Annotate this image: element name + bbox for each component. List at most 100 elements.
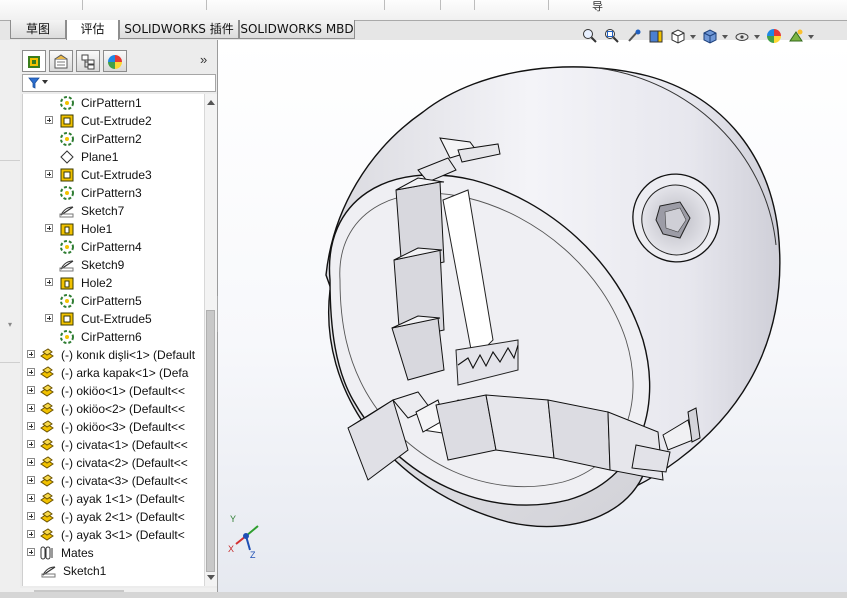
feature-tree-label: Hole2 bbox=[81, 276, 113, 290]
property-manager-tab[interactable] bbox=[49, 50, 73, 72]
feature-tree-item[interactable]: (-) okiöo<1> (Default<< bbox=[23, 382, 204, 400]
feature-tree-item[interactable]: Cut-Extrude5 bbox=[23, 310, 204, 328]
ribbon-separator bbox=[82, 0, 83, 10]
view-orientation-dropdown-icon[interactable] bbox=[690, 35, 696, 39]
feature-tree-item[interactable]: Cut-Extrude3 bbox=[23, 166, 204, 184]
circular-pattern-icon bbox=[59, 239, 75, 255]
expand-toggle-icon[interactable] bbox=[27, 368, 35, 376]
triad-x-label: X bbox=[228, 544, 234, 554]
feature-tree-label: (-) civata<3> (Default<< bbox=[61, 474, 188, 488]
feature-tree-item[interactable]: Cut-Extrude2 bbox=[23, 112, 204, 130]
circular-pattern-icon bbox=[59, 185, 75, 201]
feature-tree-item[interactable]: (-) okiöo<3> (Default<< bbox=[23, 418, 204, 436]
feature-tree-item[interactable]: (-) civata<1> (Default<< bbox=[23, 436, 204, 454]
part-icon bbox=[39, 419, 55, 435]
expand-toggle-icon[interactable] bbox=[27, 458, 35, 466]
configuration-manager-tab[interactable] bbox=[76, 50, 100, 72]
feature-tree-label: (-) okiöo<2> (Default<< bbox=[61, 402, 186, 416]
triad-y-label: Y bbox=[230, 514, 236, 524]
feature-tree-item[interactable]: Sketch9 bbox=[23, 256, 204, 274]
feature-tree-label: CirPattern3 bbox=[81, 186, 142, 200]
feature-tree-label: Hole1 bbox=[81, 222, 113, 236]
chuck-model[interactable] bbox=[218, 40, 847, 592]
expand-toggle-icon[interactable] bbox=[27, 530, 35, 538]
expand-toggle-icon[interactable] bbox=[27, 422, 35, 430]
tab-evaluate[interactable]: 评估 bbox=[66, 20, 119, 41]
feature-tree-item[interactable]: (-) konık dişli<1> (Default bbox=[23, 346, 204, 364]
edge-chevron-icon[interactable]: ▾ bbox=[8, 320, 12, 329]
circular-pattern-icon bbox=[59, 95, 75, 111]
feature-tree-item[interactable]: CirPattern3 bbox=[23, 184, 204, 202]
feature-tree-item[interactable]: Sketch1 bbox=[23, 562, 204, 580]
scroll-down-icon[interactable] bbox=[207, 575, 215, 580]
feature-tree-item[interactable]: CirPattern2 bbox=[23, 130, 204, 148]
feature-tree-item[interactable]: Sketch7 bbox=[23, 202, 204, 220]
feature-tree-label: (-) civata<2> (Default<< bbox=[61, 456, 188, 470]
expand-toggle-icon[interactable] bbox=[27, 404, 35, 412]
feature-tree-item[interactable]: CirPattern5 bbox=[23, 292, 204, 310]
filter-dropdown-icon[interactable] bbox=[42, 80, 48, 84]
feature-tree-item[interactable]: (-) okiöo<2> (Default<< bbox=[23, 400, 204, 418]
feature-tree-item[interactable]: (-) ayak 3<1> (Default< bbox=[23, 526, 204, 544]
feature-tree-item[interactable]: CirPattern6 bbox=[23, 328, 204, 346]
expand-toggle-icon[interactable] bbox=[27, 494, 35, 502]
feature-tree-label: (-) ayak 3<1> (Default< bbox=[61, 528, 185, 542]
feature-tree-label: (-) ayak 2<1> (Default< bbox=[61, 510, 185, 524]
expand-toggle-icon[interactable] bbox=[45, 170, 53, 178]
feature-tree-tab[interactable] bbox=[22, 50, 46, 72]
cut-extrude-icon bbox=[59, 113, 75, 129]
tab-solidworks-mbd[interactable]: SOLIDWORKS MBD bbox=[239, 20, 355, 39]
expand-toggle-icon[interactable] bbox=[45, 116, 53, 124]
feature-tree-item[interactable]: (-) ayak 2<1> (Default< bbox=[23, 508, 204, 526]
part-icon bbox=[39, 473, 55, 489]
expand-toggle-icon[interactable] bbox=[27, 548, 35, 556]
expand-toggle-icon[interactable] bbox=[45, 224, 53, 232]
feature-tree-label: (-) konık dişli<1> (Default bbox=[61, 348, 196, 362]
ribbon-separator bbox=[206, 0, 207, 10]
collapse-panel-button[interactable]: » bbox=[200, 52, 207, 67]
feature-tree-label: (-) civata<1> (Default<< bbox=[61, 438, 188, 452]
triad-z-label: Z bbox=[250, 550, 256, 558]
feature-tree-label: Plane1 bbox=[81, 150, 119, 164]
filter-icon[interactable] bbox=[28, 77, 40, 89]
apply-scene-dropdown-icon[interactable] bbox=[808, 35, 814, 39]
expand-toggle-icon[interactable] bbox=[27, 440, 35, 448]
hide-show-dropdown-icon[interactable] bbox=[754, 35, 760, 39]
scroll-up-icon[interactable] bbox=[207, 100, 215, 105]
feature-tree-icon bbox=[28, 56, 40, 68]
feature-tree-item[interactable]: Hole1 bbox=[23, 220, 204, 238]
feature-tree-item[interactable]: (-) ayak 1<1> (Default< bbox=[23, 490, 204, 508]
feature-tree-item[interactable]: Hole2 bbox=[23, 274, 204, 292]
display-manager-tab[interactable] bbox=[103, 50, 127, 72]
graphics-area[interactable]: Y X Z bbox=[218, 29, 847, 592]
feature-tree-item[interactable]: Mates bbox=[23, 544, 204, 562]
expand-toggle-icon[interactable] bbox=[27, 476, 35, 484]
feature-tree-label: CirPattern6 bbox=[81, 330, 142, 344]
circular-pattern-icon bbox=[59, 293, 75, 309]
feature-tree-item[interactable]: CirPattern1 bbox=[23, 94, 204, 112]
feature-tree-item[interactable]: (-) arka kapak<1> (Defa bbox=[23, 364, 204, 382]
feature-tree-item[interactable]: CirPattern4 bbox=[23, 238, 204, 256]
display-style-dropdown-icon[interactable] bbox=[722, 35, 728, 39]
tab-solidworks-addins[interactable]: SOLIDWORKS 插件 bbox=[119, 20, 239, 39]
part-icon bbox=[39, 401, 55, 417]
expand-toggle-icon[interactable] bbox=[27, 386, 35, 394]
part-icon bbox=[39, 509, 55, 525]
scroll-thumb[interactable] bbox=[206, 310, 215, 572]
command-manager-tabs: 草图 评估 SOLIDWORKS 插件 SOLIDWORKS MBD bbox=[0, 20, 355, 41]
feature-tree-label: (-) arka kapak<1> (Defa bbox=[61, 366, 189, 380]
feature-tree-item[interactable]: (-) civata<2> (Default<< bbox=[23, 454, 204, 472]
feature-tree-item[interactable]: Plane1 bbox=[23, 148, 204, 166]
triad-origin bbox=[243, 533, 249, 539]
expand-toggle-icon[interactable] bbox=[45, 278, 53, 286]
cut-extrude-icon bbox=[59, 311, 75, 327]
expand-toggle-icon[interactable] bbox=[27, 512, 35, 520]
feature-filter-bar[interactable] bbox=[22, 74, 216, 92]
expand-toggle-icon[interactable] bbox=[27, 350, 35, 358]
tab-sketch[interactable]: 草图 bbox=[10, 20, 66, 39]
expand-toggle-icon[interactable] bbox=[45, 314, 53, 322]
feature-tree-label: CirPattern2 bbox=[81, 132, 142, 146]
feature-manager-panel: » CirPattern1 Cut-Extrude2 CirPattern2 Plan… bbox=[20, 40, 218, 598]
tree-vertical-scrollbar[interactable] bbox=[204, 94, 217, 586]
feature-tree-item[interactable]: (-) civata<3> (Default<< bbox=[23, 472, 204, 490]
